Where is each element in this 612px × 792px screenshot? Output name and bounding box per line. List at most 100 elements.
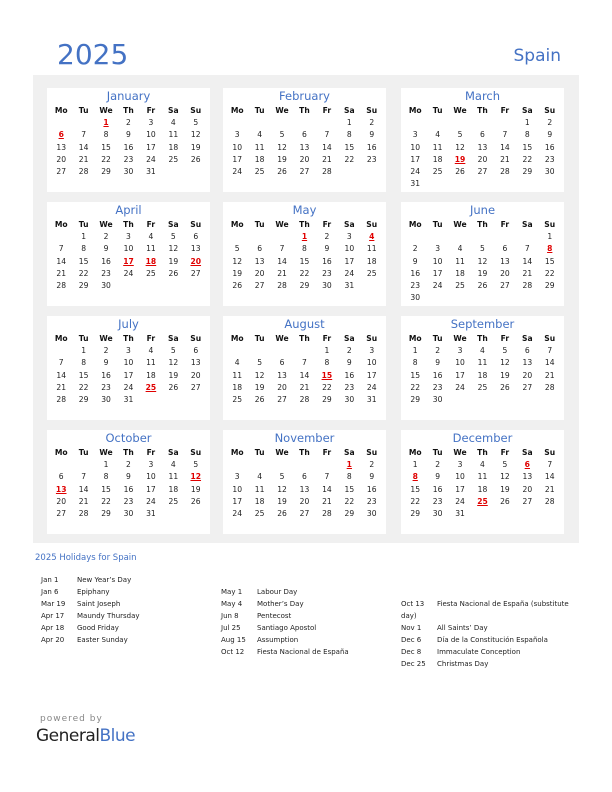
day: 7 [58,358,64,368]
weekday-label: We [275,448,289,457]
day: 25 [254,166,265,176]
holiday-day[interactable]: 8 [539,243,561,255]
day: 14 [322,484,332,494]
day: 18 [254,496,265,506]
holiday-item: May 1 Labour Day [221,586,349,598]
weekday-label: Sa [344,220,355,229]
month-title: March [464,89,501,103]
day: 24 [123,382,134,392]
day: 17 [232,154,243,164]
month-days-grid: Mo Tu We Th Fr Sa Su 1 2 3 4 5 6 7 8 9 10 11 12 13 14 15 16 17 1… [404,105,561,190]
empty-day [293,459,315,471]
holiday-item: Oct 13 Fiesta Nacional de España (substit… [401,598,569,610]
day: 26 [500,382,510,392]
day: 27 [522,382,533,392]
day: 9 [324,244,330,254]
holiday-day[interactable]: 8 [404,471,426,483]
day: 16 [410,268,421,278]
day: 11 [254,142,265,152]
weekday-label: We [99,334,113,343]
day: 13 [299,484,310,494]
holiday-date: Dec 25 [401,660,426,668]
day: 25 [455,280,465,290]
day: 16 [366,142,377,152]
weekday-label: Sa [344,448,355,457]
holiday-item: Dec 25 Christmas Day [401,658,569,670]
day: 4 [234,358,240,368]
day: 31 [123,394,134,404]
holiday-name: Maundy Thursday [77,612,140,620]
day: 31 [146,508,156,518]
week-row: 1 2 3 4 5 6 [50,231,207,243]
week-row: 24 25 26 27 28 29 30 [226,508,383,520]
day: 14 [522,256,533,266]
holiday-day[interactable]: 18 [140,256,162,268]
country-title: Spain [513,46,562,66]
weekday-label: Th [299,448,310,457]
day: 19 [168,370,179,380]
day: 29 [522,166,533,176]
weekday-label: We [99,448,113,457]
empty-day [449,117,471,129]
day: 27 [299,166,310,176]
weekday-label: Su [190,448,202,457]
day: 14 [56,370,67,380]
month-june: June Mo Tu We Th Fr Sa Su 1 2 3 4 5 6 7 8 9 10 11 12 13 14 15 1… [401,202,564,306]
day: 7 [524,244,530,254]
day: 25 [168,496,179,506]
holiday-day[interactable]: 4 [361,231,383,243]
holiday-day[interactable]: 6 [50,129,72,141]
holiday-day[interactable]: 19 [449,154,471,166]
day: 13 [277,370,287,380]
day: 26 [168,268,179,278]
day: 2 [369,118,375,128]
weekday-header: Mo Tu We Th Fr Sa Su [226,333,383,345]
day: 10 [123,358,134,368]
day: 1 [81,232,87,242]
holiday-day[interactable]: 12 [185,471,207,483]
holiday-day[interactable]: 15 [316,370,338,382]
weekday-label: Su [366,220,378,229]
day: 6 [279,358,285,368]
day: 24 [232,508,243,518]
month-august: August Mo Tu We Th Fr Sa Su 1 2 3 4 5 6 7 8 9 10 11 12 13 14 1… [223,316,386,420]
day: 16 [344,370,355,380]
holiday-day[interactable]: 1 [95,117,117,129]
week-row: 8 9 10 11 12 13 14 [404,471,561,483]
brand-logo[interactable]: GeneralBlue [36,726,136,746]
day: 31 [410,179,421,189]
day: 29 [344,508,355,518]
weekday-label: Tu [78,220,89,229]
weekday-label: Fr [322,448,332,457]
holiday-day[interactable]: 20 [185,256,207,268]
weekday-label: We [453,220,467,229]
holiday-day[interactable]: 25 [471,496,493,508]
day: 10 [232,142,243,152]
day: 9 [369,472,375,482]
weekday-label: We [453,106,467,115]
holiday-day[interactable]: 6 [516,459,538,471]
day: 11 [146,244,156,254]
weekday-label: Th [477,106,488,115]
holiday-day[interactable]: 25 [140,382,162,394]
day: 22 [544,268,555,278]
week-row: 7 8 9 10 11 12 13 [50,357,207,369]
weekday-label: Mo [54,334,68,343]
day: 4 [148,346,154,356]
day: 21 [56,382,67,392]
day: 5 [170,346,176,356]
holiday-day[interactable]: 1 [338,459,360,471]
day: 8 [346,130,352,140]
day: 25 [146,268,156,278]
day: 4 [480,346,485,356]
holiday-day[interactable]: 1 [293,231,315,243]
day: 13 [522,358,533,368]
week-row: 28 29 30 [50,280,207,292]
empty-day [471,231,493,243]
day: 23 [366,496,377,506]
holiday-day[interactable]: 13 [50,484,72,496]
week-row: 12 34 [226,231,383,243]
weekday-label: Sa [168,220,179,229]
holiday-day[interactable]: 17 [117,256,139,268]
day: 9 [435,472,441,482]
